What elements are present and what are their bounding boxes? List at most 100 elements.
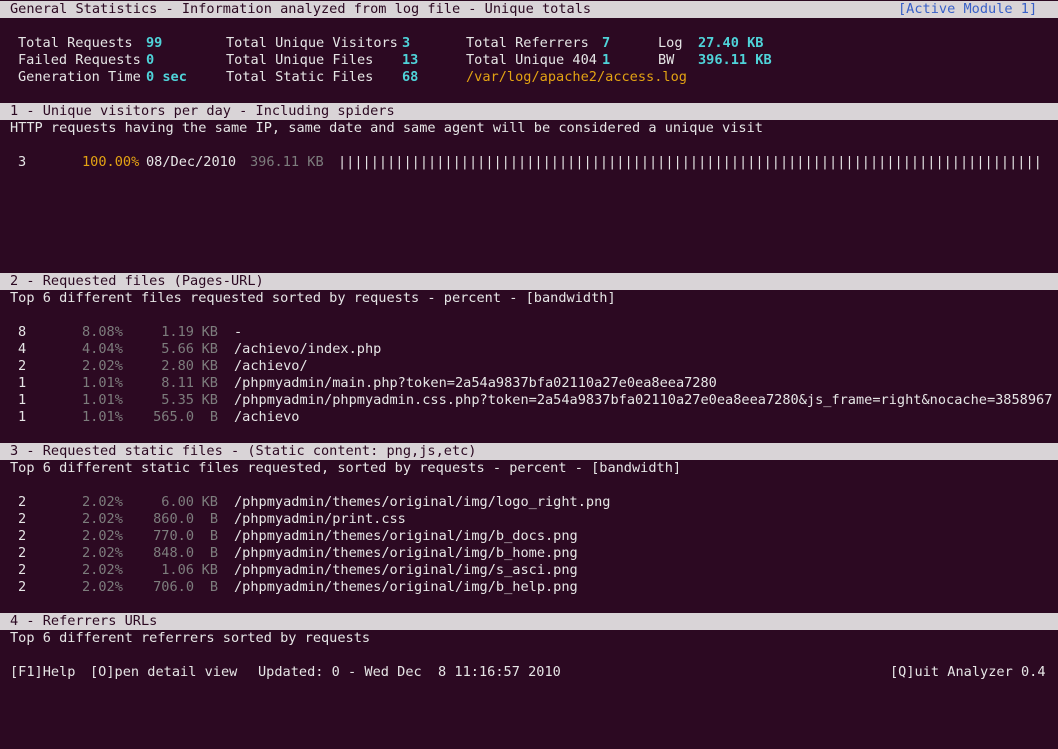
visitor-bandwidth: 396.11 KB <box>250 154 324 170</box>
quit-key[interactable]: [Q]uit Analyzer 0.4 <box>890 664 1046 681</box>
file-unit: KB <box>201 358 218 374</box>
referrers-value: 7 <box>602 35 611 51</box>
file-size: 5.66 <box>161 341 194 357</box>
header-title: General Statistics - Information analyze… <box>10 1 592 17</box>
static-file-row[interactable]: 2 2.02% 706.0 B /phpmyadmin/themes/origi… <box>0 579 1058 596</box>
static-file-path: /phpmyadmin/print.css <box>234 511 406 527</box>
static-file-path: /phpmyadmin/themes/original/img/s_asci.p… <box>234 562 578 578</box>
static-files-value: 68 <box>402 69 419 85</box>
static-file-count: 2 <box>18 579 27 595</box>
module-1-title: 1 - Unique visitors per day - Including … <box>10 103 395 119</box>
generation-time-value: 0 sec <box>146 69 187 85</box>
file-row[interactable]: 1 1.01% 8.11 KB /phpmyadmin/main.php?tok… <box>0 375 1058 392</box>
module-2-description: Top 6 different files requested sorted b… <box>10 290 616 306</box>
file-unit: KB <box>201 324 218 340</box>
module-1-description: HTTP requests having the same IP, same d… <box>10 120 763 136</box>
file-size: 1.19 <box>161 324 194 340</box>
file-unit: KB <box>201 392 218 408</box>
static-file-size: 6.00 <box>161 494 194 510</box>
static-file-size: 706.0 <box>153 579 194 595</box>
failed-requests-label: Failed Requests <box>18 52 141 68</box>
static-file-count: 2 <box>18 545 27 561</box>
static-file-percent: 2.02% <box>82 562 123 578</box>
file-row[interactable]: 1 1.01% 5.35 KB /phpmyadmin/phpmyadmin.c… <box>0 392 1058 409</box>
generation-time-label: Generation Time <box>18 69 141 85</box>
static-file-row[interactable]: 2 2.02% 848.0 B /phpmyadmin/themes/origi… <box>0 545 1058 562</box>
referrers-label: Total Referrers <box>466 35 589 51</box>
file-row[interactable]: 8 8.08% 1.19 KB - <box>0 324 1058 341</box>
static-file-unit: KB <box>201 562 218 578</box>
help-key[interactable]: [F1]Help <box>10 664 75 681</box>
static-file-count: 2 <box>18 528 27 544</box>
file-count: 1 <box>18 409 27 425</box>
file-path: /achievo <box>234 409 300 425</box>
file-percent: 2.02% <box>82 358 123 374</box>
static-file-row[interactable]: 2 2.02% 860.0 B /phpmyadmin/print.css <box>0 511 1058 528</box>
module-4-description: Top 6 different referrers sorted by requ… <box>10 630 371 646</box>
updated-status: Updated: 0 - Wed Dec 8 11:16:57 2010 <box>258 664 561 680</box>
visitor-count: 3 <box>18 154 27 170</box>
module-4-header[interactable]: 4 - Referrers URLs <box>0 613 1058 630</box>
static-file-size: 860.0 <box>153 511 194 527</box>
static-file-unit: B <box>209 579 218 595</box>
file-unit: KB <box>201 341 218 357</box>
visitor-date: 08/Dec/2010 <box>146 154 237 170</box>
static-file-percent: 2.02% <box>82 545 123 561</box>
module-2-title: 2 - Requested files (Pages-URL) <box>10 273 264 289</box>
module-3-title: 3 - Requested static files - (Static con… <box>10 443 477 459</box>
header-bar: General Statistics - Information analyze… <box>0 1 1058 18</box>
file-row[interactable]: 4 4.04% 5.66 KB /achievo/index.php <box>0 341 1058 358</box>
visitor-row[interactable]: 3 100.00% 08/Dec/2010 396.11 KB ||||||||… <box>0 154 1058 171</box>
static-file-size: 1.06 <box>161 562 194 578</box>
file-path: /achievo/index.php <box>234 341 382 357</box>
bw-label: BW <box>658 52 675 68</box>
module-2-header[interactable]: 2 - Requested files (Pages-URL) <box>0 273 1058 290</box>
module-4-title: 4 - Referrers URLs <box>10 613 158 629</box>
file-count: 2 <box>18 358 27 374</box>
static-file-row[interactable]: 2 2.02% 1.06 KB /phpmyadmin/themes/origi… <box>0 562 1058 579</box>
static-file-path: /phpmyadmin/themes/original/img/logo_rig… <box>234 494 611 510</box>
file-count: 4 <box>18 341 27 357</box>
file-row[interactable]: 2 2.02% 2.80 KB /achievo/ <box>0 358 1058 375</box>
file-size: 565.0 <box>153 409 194 425</box>
file-size: 5.35 <box>161 392 194 408</box>
file-count: 8 <box>18 324 27 340</box>
footer-bar: [F1]Help [O]pen detail view Updated: 0 -… <box>0 664 1058 681</box>
log-label: Log <box>658 35 683 51</box>
total-requests-label: Total Requests <box>18 35 133 51</box>
unique-files-value: 13 <box>402 52 419 68</box>
static-file-size: 770.0 <box>153 528 194 544</box>
static-file-size: 848.0 <box>153 545 194 561</box>
log-path: /var/log/apache2/access.log <box>466 69 687 85</box>
file-row[interactable]: 1 1.01% 565.0 B /achievo <box>0 409 1058 426</box>
static-file-count: 2 <box>18 511 27 527</box>
module-3-description: Top 6 different static files requested, … <box>10 460 682 476</box>
static-file-unit: B <box>209 528 218 544</box>
visitor-bar-graph: ||||||||||||||||||||||||||||||||||||||||… <box>338 154 1042 170</box>
file-size: 2.80 <box>161 358 194 374</box>
static-file-percent: 2.02% <box>82 511 123 527</box>
module-1-header[interactable]: 1 - Unique visitors per day - Including … <box>0 103 1058 120</box>
file-path: /phpmyadmin/phpmyadmin.css.php?token=2a5… <box>234 392 1053 408</box>
file-percent: 1.01% <box>82 392 123 408</box>
static-file-path: /phpmyadmin/themes/original/img/b_docs.p… <box>234 528 578 544</box>
module-3-header[interactable]: 3 - Requested static files - (Static con… <box>0 443 1058 460</box>
static-file-row[interactable]: 2 2.02% 6.00 KB /phpmyadmin/themes/origi… <box>0 494 1058 511</box>
unique-404-label: Total Unique 404 <box>466 52 597 68</box>
static-file-path: /phpmyadmin/themes/original/img/b_help.p… <box>234 579 578 595</box>
open-detail-key[interactable]: [O]pen detail view <box>90 664 237 681</box>
file-path: /achievo/ <box>234 358 308 374</box>
static-file-percent: 2.02% <box>82 528 123 544</box>
failed-requests-value: 0 <box>146 52 155 68</box>
file-path: - <box>234 324 243 340</box>
static-file-row[interactable]: 2 2.02% 770.0 B /phpmyadmin/themes/origi… <box>0 528 1058 545</box>
static-file-unit: B <box>209 511 218 527</box>
static-file-unit: B <box>209 545 218 561</box>
bw-value: 396.11 KB <box>698 52 772 68</box>
file-count: 1 <box>18 375 27 391</box>
file-unit: KB <box>201 375 218 391</box>
visitor-percent: 100.00% <box>82 154 140 170</box>
static-file-count: 2 <box>18 562 27 578</box>
file-percent: 8.08% <box>82 324 123 340</box>
file-size: 8.11 <box>161 375 194 391</box>
